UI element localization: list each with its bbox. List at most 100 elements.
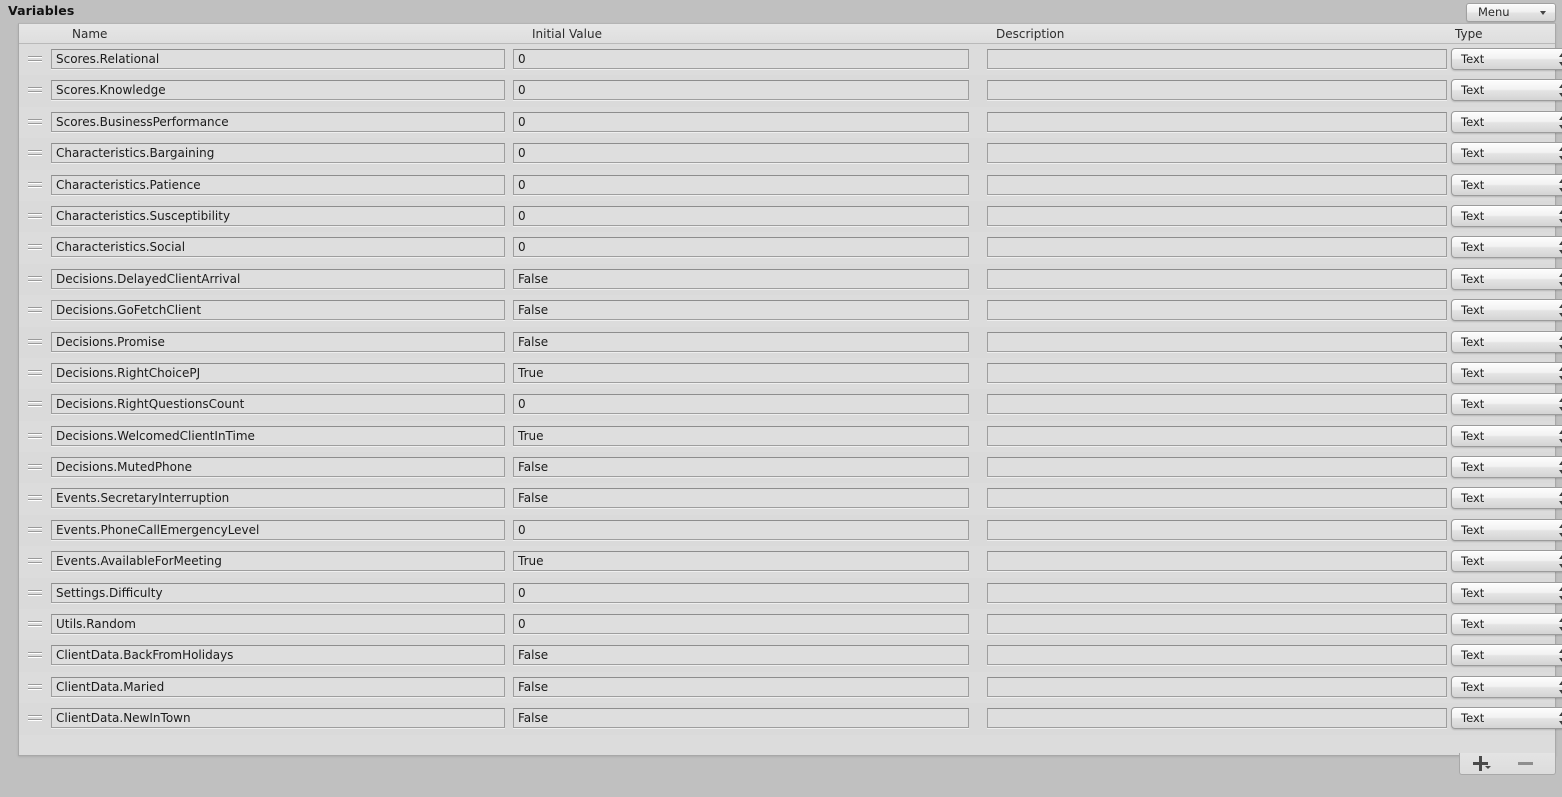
variable-description-input[interactable]	[987, 49, 1447, 69]
drag-handle-icon[interactable]	[28, 244, 42, 250]
variable-type-select[interactable]: Text	[1451, 424, 1562, 447]
variable-type-select[interactable]: Text	[1451, 361, 1562, 384]
variable-name-input[interactable]: Decisions.RightQuestionsCount	[51, 394, 505, 415]
menu-button[interactable]: Menu	[1466, 3, 1556, 22]
variable-name-input[interactable]: Scores.BusinessPerformance	[51, 111, 505, 132]
drag-handle-icon[interactable]	[28, 526, 42, 533]
variable-name-input[interactable]: Decisions.RightChoicePJ	[51, 362, 505, 383]
variable-name-input[interactable]: Decisions.DelayedClientArrival	[51, 268, 505, 289]
variable-initial-value-input[interactable]: 0	[513, 111, 969, 132]
variable-type-select[interactable]: Text	[1451, 550, 1562, 573]
variable-description-input[interactable]	[987, 237, 1447, 258]
variable-description-input[interactable]	[987, 300, 1447, 321]
variable-initial-value-input[interactable]: False	[513, 331, 969, 352]
variable-initial-value-input[interactable]: False	[513, 488, 969, 509]
variable-type-select[interactable]: Text	[1451, 456, 1562, 479]
variable-name-input[interactable]: Scores.Relational	[51, 49, 505, 69]
variable-description-input[interactable]	[987, 362, 1447, 383]
variable-initial-value-input[interactable]: False	[513, 268, 969, 289]
variable-name-input[interactable]: Characteristics.Patience	[51, 174, 505, 195]
variable-type-select[interactable]: Text	[1451, 110, 1562, 133]
variable-type-select[interactable]: Text	[1451, 393, 1562, 416]
variable-description-input[interactable]	[987, 331, 1447, 352]
variable-initial-value-input[interactable]: 0	[513, 394, 969, 415]
drag-handle-icon[interactable]	[28, 652, 42, 658]
variable-type-select[interactable]: Text	[1451, 707, 1562, 730]
variable-name-input[interactable]: Decisions.Promise	[51, 331, 505, 352]
variable-description-input[interactable]	[987, 425, 1447, 446]
variable-initial-value-input[interactable]: False	[513, 645, 969, 666]
variable-description-input[interactable]	[987, 582, 1447, 603]
variable-description-input[interactable]	[987, 645, 1447, 666]
variable-initial-value-input[interactable]: False	[513, 457, 969, 478]
variable-type-select[interactable]: Text	[1451, 581, 1562, 604]
variable-initial-value-input[interactable]: False	[513, 708, 969, 729]
drag-handle-icon[interactable]	[28, 56, 42, 62]
variable-name-input[interactable]: Characteristics.Susceptibility	[51, 205, 505, 226]
variable-description-input[interactable]	[987, 80, 1447, 101]
drag-handle-icon[interactable]	[28, 715, 42, 721]
variable-type-select[interactable]: Text	[1451, 299, 1562, 322]
variable-description-input[interactable]	[987, 111, 1447, 132]
variable-description-input[interactable]	[987, 708, 1447, 729]
drag-handle-icon[interactable]	[28, 589, 42, 596]
variable-type-select[interactable]: Text	[1451, 675, 1562, 698]
drag-handle-icon[interactable]	[28, 150, 42, 156]
variable-name-input[interactable]: ClientData.BackFromHolidays	[51, 645, 505, 666]
variable-initial-value-input[interactable]: 0	[513, 237, 969, 258]
variable-initial-value-input[interactable]: 0	[513, 49, 969, 69]
drag-handle-icon[interactable]	[28, 621, 42, 627]
remove-variable-button[interactable]	[1510, 754, 1544, 773]
variable-name-input[interactable]: Decisions.MutedPhone	[51, 457, 505, 478]
variable-description-input[interactable]	[987, 457, 1447, 478]
variable-description-input[interactable]	[987, 519, 1447, 540]
variable-initial-value-input[interactable]: True	[513, 362, 969, 383]
add-variable-button[interactable]	[1466, 754, 1500, 773]
variable-type-select[interactable]: Text	[1451, 330, 1562, 353]
variable-type-select[interactable]: Text	[1451, 518, 1562, 541]
drag-handle-icon[interactable]	[28, 369, 42, 376]
drag-handle-icon[interactable]	[28, 558, 42, 564]
drag-handle-icon[interactable]	[28, 181, 42, 188]
variable-name-input[interactable]: Utils.Random	[51, 614, 505, 635]
variable-name-input[interactable]: ClientData.Maried	[51, 676, 505, 697]
variable-name-input[interactable]: Events.PhoneCallEmergencyLevel	[51, 519, 505, 540]
drag-handle-icon[interactable]	[28, 464, 42, 470]
variable-name-input[interactable]: Characteristics.Social	[51, 237, 505, 258]
drag-handle-icon[interactable]	[28, 275, 42, 282]
variable-name-input[interactable]: Events.AvailableForMeeting	[51, 551, 505, 572]
drag-handle-icon[interactable]	[28, 307, 42, 313]
variable-type-select[interactable]: Text	[1451, 644, 1562, 667]
variable-type-select[interactable]: Text	[1451, 173, 1562, 196]
variable-description-input[interactable]	[987, 174, 1447, 195]
variable-name-input[interactable]: Events.SecretaryInterruption	[51, 488, 505, 509]
drag-handle-icon[interactable]	[28, 87, 42, 93]
variable-type-select[interactable]: Text	[1451, 79, 1562, 102]
variable-name-input[interactable]: Decisions.GoFetchClient	[51, 300, 505, 321]
variable-type-select[interactable]: Text	[1451, 487, 1562, 510]
variable-initial-value-input[interactable]: 0	[513, 174, 969, 195]
variable-type-select[interactable]: Text	[1451, 613, 1562, 636]
drag-handle-icon[interactable]	[28, 683, 42, 690]
variable-name-input[interactable]: Scores.Knowledge	[51, 80, 505, 101]
variable-type-select[interactable]: Text	[1451, 48, 1562, 70]
variable-description-input[interactable]	[987, 268, 1447, 289]
drag-handle-icon[interactable]	[28, 212, 42, 219]
drag-handle-icon[interactable]	[28, 495, 42, 501]
variable-description-input[interactable]	[987, 394, 1447, 415]
variable-type-select[interactable]: Text	[1451, 142, 1562, 165]
variable-type-select[interactable]: Text	[1451, 267, 1562, 290]
variable-initial-value-input[interactable]: True	[513, 425, 969, 446]
variable-description-input[interactable]	[987, 205, 1447, 226]
drag-handle-icon[interactable]	[28, 401, 42, 407]
variable-name-input[interactable]: ClientData.NewInTown	[51, 708, 505, 729]
variable-initial-value-input[interactable]: 0	[513, 205, 969, 226]
variable-name-input[interactable]: Settings.Difficulty	[51, 582, 505, 603]
variable-initial-value-input[interactable]: False	[513, 676, 969, 697]
drag-handle-icon[interactable]	[28, 432, 42, 439]
variable-initial-value-input[interactable]: 0	[513, 143, 969, 164]
variable-initial-value-input[interactable]: 0	[513, 80, 969, 101]
variable-initial-value-input[interactable]: 0	[513, 519, 969, 540]
variable-description-input[interactable]	[987, 614, 1447, 635]
variable-initial-value-input[interactable]: 0	[513, 582, 969, 603]
